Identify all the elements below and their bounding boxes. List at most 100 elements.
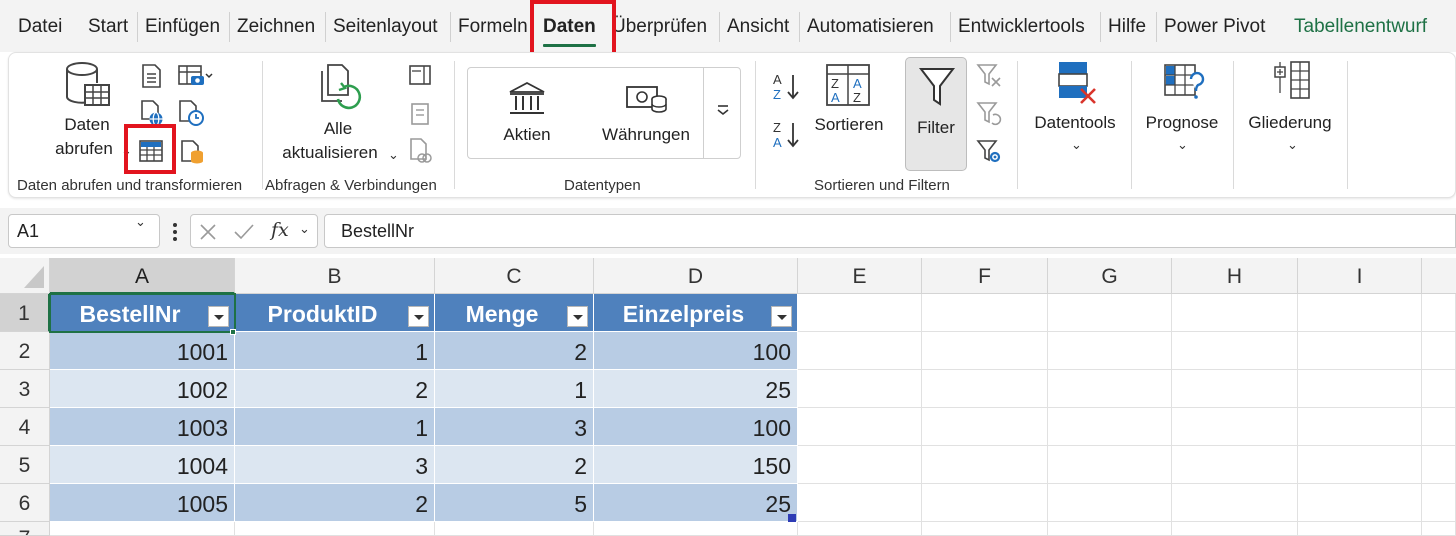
clear-filter-icon[interactable] (975, 61, 1003, 89)
empty-cell[interactable] (1298, 484, 1422, 522)
currencies-button[interactable]: Währungen (591, 77, 701, 149)
fill-handle[interactable] (230, 329, 236, 335)
empty-cell[interactable] (1422, 522, 1456, 536)
empty-cell[interactable] (922, 446, 1048, 484)
table-cell[interactable]: 2 (435, 332, 594, 370)
empty-cell[interactable] (798, 446, 922, 484)
cancel-icon[interactable] (199, 223, 217, 241)
row-header-6[interactable]: 6 (0, 484, 50, 522)
advanced-filter-icon[interactable] (975, 137, 1003, 165)
empty-cell[interactable] (922, 370, 1048, 408)
column-header-h[interactable]: H (1172, 258, 1298, 294)
empty-cell[interactable] (1172, 370, 1298, 408)
column-header-i[interactable]: I (1298, 258, 1422, 294)
empty-cell[interactable] (1298, 370, 1422, 408)
reapply-filter-icon[interactable] (975, 99, 1003, 127)
empty-cell[interactable] (1048, 484, 1172, 522)
table-cell[interactable]: 2 (235, 484, 435, 522)
empty-cell[interactable] (798, 332, 922, 370)
empty-cell[interactable] (798, 484, 922, 522)
table-cell[interactable]: 1003 (50, 408, 235, 446)
row-header-5[interactable]: 5 (0, 446, 50, 484)
row-header-7[interactable]: 7 (0, 522, 50, 536)
from-web-icon[interactable] (139, 99, 165, 127)
table-cell[interactable]: 1002 (50, 370, 235, 408)
sort-a-z-icon[interactable]: A Z (771, 71, 801, 103)
table-cell[interactable]: 3 (235, 446, 435, 484)
column-header-f[interactable]: F (922, 258, 1048, 294)
empty-cell[interactable] (1422, 484, 1456, 522)
column-header-b[interactable]: B (235, 258, 435, 294)
empty-cell[interactable] (1298, 294, 1422, 332)
table-cell[interactable]: 100 (594, 332, 798, 370)
table-cell[interactable]: 1004 (50, 446, 235, 484)
tab-entwicklertools[interactable]: Entwicklertools (958, 16, 1085, 38)
empty-cell[interactable] (1172, 294, 1298, 332)
from-text-csv-icon[interactable] (139, 63, 163, 89)
empty-cell[interactable] (1048, 294, 1172, 332)
table-resize-handle[interactable] (788, 514, 796, 522)
table-cell[interactable]: 1 (435, 370, 594, 408)
empty-cell[interactable] (922, 408, 1048, 446)
tab-einfuegen[interactable]: Einfügen (145, 16, 220, 38)
row-header-2[interactable]: 2 (0, 332, 50, 370)
empty-cell[interactable] (1298, 522, 1422, 536)
column-header-d[interactable]: D (594, 258, 798, 294)
select-all-button[interactable] (0, 258, 50, 294)
empty-cell[interactable] (922, 484, 1048, 522)
table-header-cell[interactable]: ProduktID (235, 294, 435, 332)
sort-z-a-icon[interactable]: Z A (771, 119, 801, 151)
empty-cell[interactable] (798, 408, 922, 446)
properties-icon[interactable] (407, 101, 433, 127)
row-header-4[interactable]: 4 (0, 408, 50, 446)
empty-cell[interactable] (1298, 446, 1422, 484)
recent-sources-icon[interactable] (177, 99, 205, 127)
queries-connections-icon[interactable] (407, 63, 433, 87)
empty-cell[interactable] (1422, 370, 1456, 408)
outline-button[interactable]: Gliederung ⌄ (1241, 59, 1339, 155)
table-cell[interactable]: 1005 (50, 484, 235, 522)
empty-cell[interactable] (1172, 408, 1298, 446)
tab-power-pivot[interactable]: Power Pivot (1164, 16, 1265, 38)
empty-cell[interactable] (594, 522, 798, 536)
table-cell[interactable]: 1 (235, 408, 435, 446)
empty-cell[interactable] (798, 294, 922, 332)
empty-cell[interactable] (50, 522, 235, 536)
data-tools-button[interactable]: Datentools ⌄ (1027, 59, 1123, 155)
tab-automatisieren[interactable]: Automatisieren (807, 16, 934, 38)
filter-dropdown-button[interactable] (771, 306, 792, 327)
empty-cell[interactable] (1048, 408, 1172, 446)
empty-cell[interactable] (798, 370, 922, 408)
from-picture-icon[interactable] (177, 63, 213, 89)
sort-button[interactable]: Z A A Z Sortieren (805, 61, 893, 141)
column-header-c[interactable]: C (435, 258, 594, 294)
tab-ueberpruefen[interactable]: Überprüfen (612, 16, 707, 38)
row-header-3[interactable]: 3 (0, 370, 50, 408)
forecast-button[interactable]: Prognose ⌄ (1139, 59, 1225, 155)
empty-cell[interactable] (1422, 332, 1456, 370)
empty-cell[interactable] (1048, 370, 1172, 408)
table-cell[interactable]: 25 (594, 484, 798, 522)
tab-datei[interactable]: Datei (18, 16, 62, 38)
filter-dropdown-button[interactable] (567, 306, 588, 327)
table-cell[interactable]: 150 (594, 446, 798, 484)
empty-cell[interactable] (1422, 408, 1456, 446)
existing-connections-icon[interactable] (179, 137, 205, 165)
table-cell[interactable]: 2 (235, 370, 435, 408)
table-cell[interactable]: 100 (594, 408, 798, 446)
tab-ansicht[interactable]: Ansicht (727, 16, 789, 38)
chevron-down-icon[interactable]: ⌄ (135, 214, 146, 230)
table-header-cell[interactable]: Menge (435, 294, 594, 332)
empty-cell[interactable] (798, 522, 922, 536)
empty-cell[interactable] (1048, 332, 1172, 370)
column-header-a[interactable]: A (50, 258, 235, 294)
empty-cell[interactable] (1172, 484, 1298, 522)
empty-cell[interactable] (1172, 522, 1298, 536)
table-cell[interactable]: 1 (235, 332, 435, 370)
empty-cell[interactable] (235, 522, 435, 536)
formula-input[interactable]: BestellNr (324, 214, 1456, 248)
table-cell[interactable]: 25 (594, 370, 798, 408)
refresh-all-button[interactable]: Alle aktualisieren ⌄ (274, 61, 402, 167)
get-data-button[interactable]: Daten abrufen ⌄ (39, 61, 135, 165)
empty-cell[interactable] (435, 522, 594, 536)
